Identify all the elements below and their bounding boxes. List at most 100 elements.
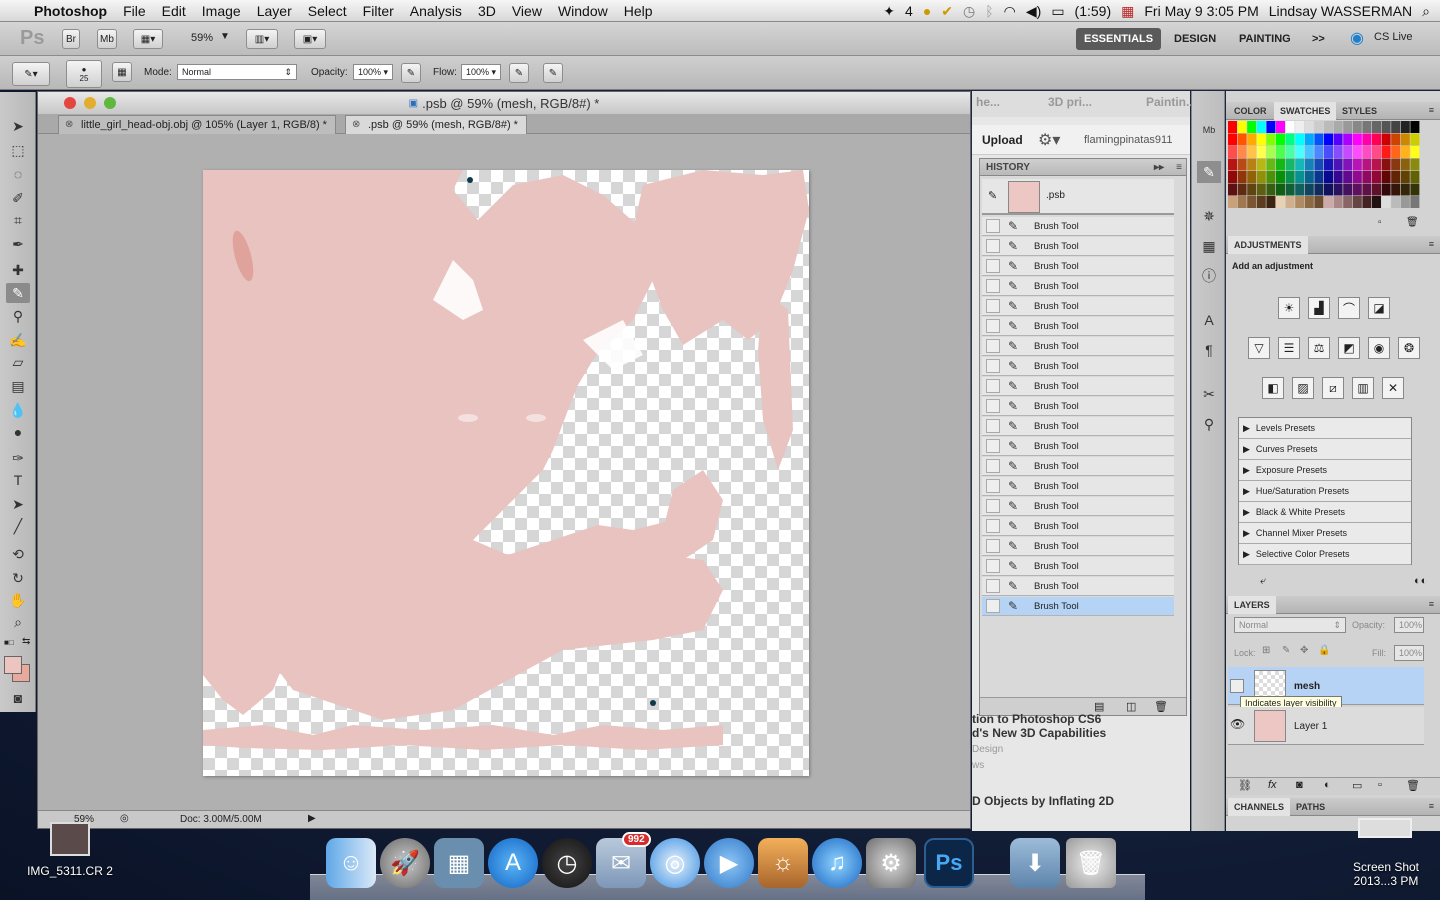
history-source-checkbox[interactable] [986,499,1000,513]
expand-triangle-icon[interactable]: ▶ [1243,423,1250,434]
tab-layers[interactable]: LAYERS [1228,596,1276,614]
adobe-status-icon[interactable]: ✦ [883,3,895,20]
swatch[interactable] [1295,121,1305,133]
adjustments-options-icon[interactable]: ◐◐ [1414,575,1427,587]
swatch[interactable] [1228,171,1237,183]
gradient-map-icon[interactable]: ▥ [1352,377,1374,399]
swatch[interactable] [1343,133,1353,146]
preset-row[interactable]: ▶ Channel Mixer Presets [1239,523,1411,544]
swatch[interactable] [1256,158,1266,171]
menu-image[interactable]: Image [194,3,249,19]
desktop-file-thumb[interactable] [50,822,90,856]
texture-canvas[interactable] [203,170,809,776]
desktop-screenshot-label[interactable]: Screen Shot 2013...3 PM [1336,860,1436,888]
swatch[interactable] [1285,133,1295,146]
swatch[interactable] [1237,196,1247,208]
swatch[interactable] [1237,121,1247,133]
history-state-row[interactable]: ✎ Brush Tool [982,417,1174,436]
screen-mode-button[interactable]: ▣▾ [294,29,326,49]
flag-icon[interactable]: ▦ [1121,3,1134,20]
swatch[interactable] [1362,121,1372,133]
swatch[interactable] [1256,183,1266,196]
history-state-row[interactable]: ✎ Brush Tool [982,377,1174,396]
black-white-icon[interactable]: ◩ [1338,337,1360,359]
battery-time[interactable]: (1:59) [1075,3,1112,19]
swatch[interactable] [1314,121,1324,133]
swatch[interactable] [1314,158,1324,171]
eye-visibility-icon[interactable]: 👁 [1230,717,1245,731]
history-source-checkbox[interactable] [986,359,1000,373]
photoshop-dock-icon[interactable]: Ps [924,838,974,888]
swatch[interactable] [1391,196,1401,208]
swatch[interactable] [1410,183,1420,196]
channel-mixer-icon[interactable]: ❂ [1398,337,1420,359]
swatch[interactable] [1285,171,1295,183]
history-state-row[interactable]: ✎ Brush Tool [982,237,1174,256]
history-state-row[interactable]: ✎ Brush Tool [982,577,1174,596]
history-source-checkbox[interactable] [986,459,1000,473]
swatch[interactable] [1314,183,1324,196]
invert-icon[interactable]: ◧ [1262,377,1284,399]
swatch[interactable] [1285,183,1295,196]
dodge-tool-icon[interactable]: ● [6,422,30,442]
history-source-checkbox[interactable] [986,539,1000,553]
panel-menu-icon[interactable]: ≡ [1429,801,1434,811]
preset-row[interactable]: ▶ Selective Color Presets [1239,544,1411,565]
swatch[interactable] [1391,158,1401,171]
foreground-color-swatch[interactable] [4,656,22,674]
swatch[interactable] [1391,183,1401,196]
expand-triangle-icon[interactable]: ▶ [1243,549,1250,560]
swatch[interactable] [1333,196,1343,208]
swatch[interactable] [1400,133,1410,146]
swatch[interactable] [1400,158,1410,171]
swatch[interactable] [1372,121,1381,133]
lasso-tool-icon[interactable]: ◌ [6,164,30,184]
swatch[interactable] [1266,196,1276,208]
menu-select[interactable]: Select [300,3,355,19]
swatch[interactable] [1228,183,1237,196]
iphoto-icon[interactable]: ☼ [758,838,808,888]
tool-presets-icon[interactable]: ✂ [1197,383,1221,405]
swatch[interactable] [1372,158,1381,171]
quick-selection-tool-icon[interactable]: ✐ [6,188,30,208]
3d-rotate-tool-icon[interactable]: ⟲ [6,544,30,564]
swatch[interactable] [1352,183,1362,196]
tab-styles[interactable]: STYLES [1336,102,1383,120]
trash-icon[interactable]: 🗑 [1066,838,1116,888]
swatch[interactable] [1237,183,1247,196]
swatch[interactable] [1228,158,1237,171]
swatch[interactable] [1391,171,1401,183]
history-source-checkbox[interactable] [986,379,1000,393]
eraser-tool-icon[interactable]: ▱ [6,352,30,372]
swatch[interactable] [1304,133,1314,146]
posterize-icon[interactable]: ▨ [1292,377,1314,399]
lock-position-icon[interactable]: ✥ [1300,645,1308,656]
link-layers-icon[interactable]: ⛓ [1238,779,1252,792]
selective-color-icon[interactable]: ✕ [1382,377,1404,399]
menu-layer[interactable]: Layer [249,3,300,19]
swatch[interactable] [1256,121,1266,133]
swatch[interactable] [1276,146,1285,158]
panel-menu-icon[interactable]: ≡ [1429,239,1434,249]
bridge-button[interactable]: Br [62,29,80,49]
history-source-checkbox[interactable] [986,219,1000,233]
swatch[interactable] [1343,183,1353,196]
itunes-icon[interactable]: ♫ [812,838,862,888]
return-to-list-icon[interactable]: ⤶ [1260,575,1266,588]
time-machine-icon[interactable]: ◷ [963,3,975,20]
settings-gear-icon[interactable]: ⚙▾ [1038,130,1060,150]
panel-menu-icon[interactable]: ≡ [1429,105,1434,115]
wifi-icon[interactable]: ◠ [1004,3,1016,20]
opacity-field[interactable]: 100% ▾ [353,64,393,80]
history-state-row[interactable]: ✎ Brush Tool [982,497,1174,516]
swatch[interactable] [1372,133,1381,146]
swatch[interactable] [1381,121,1391,133]
downloads-folder-icon[interactable]: ⬇ [1010,838,1060,888]
swatch[interactable] [1304,146,1314,158]
preset-row[interactable]: ▶ Levels Presets [1239,418,1411,439]
new-adjustment-layer-icon[interactable]: ◐ [1324,779,1331,791]
paragraph-panel-icon[interactable]: ¶ [1197,339,1221,361]
swatch[interactable] [1314,146,1324,158]
swatch[interactable] [1295,183,1305,196]
tab-channels[interactable]: CHANNELS [1228,798,1291,816]
